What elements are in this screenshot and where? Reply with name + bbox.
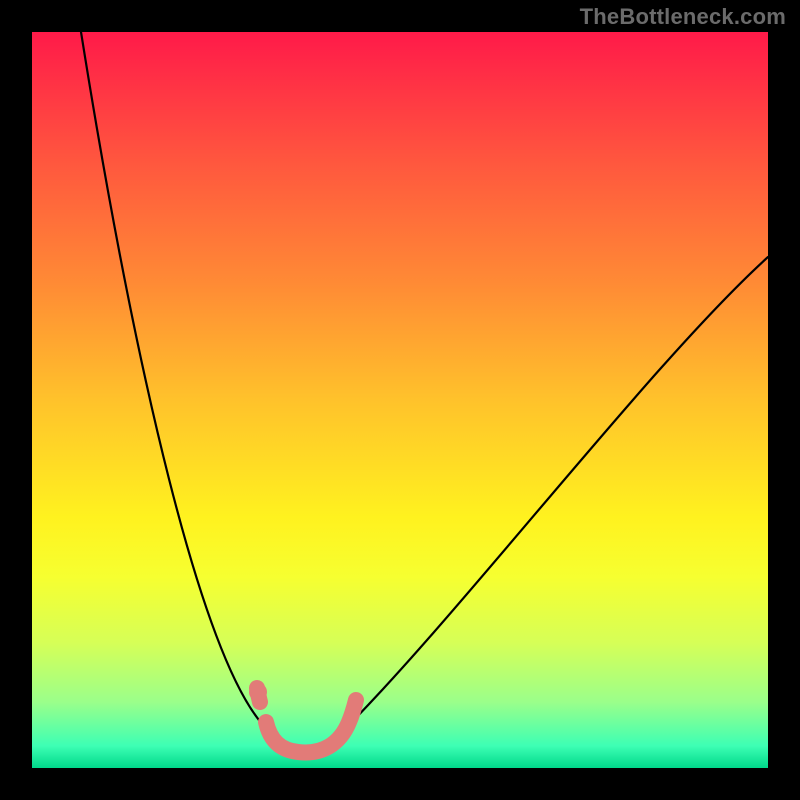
- highlight-dot: [249, 683, 267, 701]
- curve-layer: [32, 32, 768, 768]
- bottleneck-curve: [81, 32, 768, 747]
- watermark-text: TheBottleneck.com: [580, 4, 786, 30]
- highlight-band: [257, 688, 356, 752]
- plot-area: [32, 32, 768, 768]
- chart-frame: TheBottleneck.com: [0, 0, 800, 800]
